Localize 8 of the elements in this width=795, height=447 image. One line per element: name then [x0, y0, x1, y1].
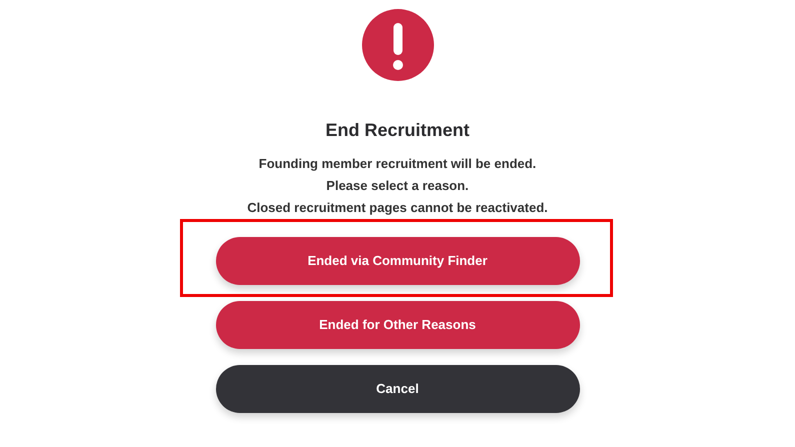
alert-icon	[362, 9, 434, 81]
reason-button[interactable]: Ended for Other Reasons	[216, 301, 580, 349]
message-line: Founding member recruitment will be ended.	[258, 155, 538, 173]
message-line: Closed recruitment pages cannot be reactivated.	[247, 199, 548, 217]
reason-button[interactable]: Ended via Community Finder	[216, 237, 580, 285]
cancel-button[interactable]: Cancel	[216, 365, 580, 413]
message-line: Please select a reason.	[325, 177, 470, 195]
dialog-title: End Recruitment	[325, 119, 470, 141]
